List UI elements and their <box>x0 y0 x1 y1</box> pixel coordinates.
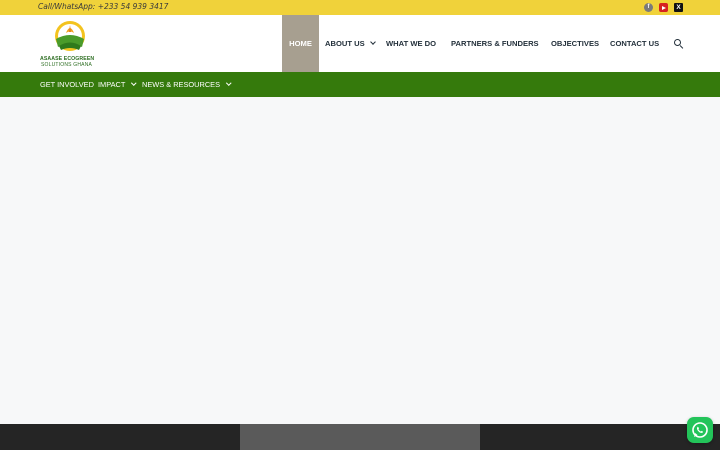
nav-partners-funders-label: PARTNERS & FUNDERS <box>451 39 539 48</box>
site-logo[interactable]: ASAASE ECOGREEN SOLUTIONS GHANA <box>38 19 102 69</box>
nav-contact-us-label: CONTACT US <box>610 39 660 48</box>
chevron-down-icon <box>369 39 376 45</box>
whatsapp-button[interactable] <box>687 417 713 443</box>
chevron-down-icon <box>131 80 137 86</box>
logo-line-2: SOLUTIONS GHANA <box>41 62 93 68</box>
nav-about-us-label: ABOUT US <box>325 39 365 48</box>
footer-block-right <box>480 424 720 450</box>
nav-about-us[interactable]: ABOUT US <box>325 15 376 72</box>
site-header: ASAASE ECOGREEN SOLUTIONS GHANA HOME ABO… <box>0 15 720 72</box>
nav-what-we-do-label: WHAT WE DO <box>386 39 437 48</box>
facebook-icon[interactable]: f <box>644 3 653 12</box>
secondary-nav: GET INVOLVED IMPACT NEWS & RESOURCES <box>0 72 720 97</box>
nav-impact[interactable]: IMPACT <box>98 72 137 97</box>
nav-get-involved-label: GET INVOLVED <box>40 80 94 89</box>
nav-news-resources[interactable]: NEWS & RESOURCES <box>142 72 232 97</box>
chevron-down-icon <box>226 80 232 86</box>
nav-home[interactable]: HOME <box>282 15 319 72</box>
footer-block-left <box>0 424 240 450</box>
nav-objectives-label: OBJECTIVES <box>551 39 600 48</box>
nav-get-involved[interactable]: GET INVOLVED <box>40 72 94 97</box>
logo-emblem-icon <box>55 21 85 51</box>
nav-home-label: HOME <box>289 39 312 48</box>
top-contact-bar: Call/WhatsApp: +233 54 939 3417 f X <box>0 0 720 15</box>
nav-impact-label: IMPACT <box>98 80 126 89</box>
whatsapp-icon <box>692 422 708 438</box>
search-icon[interactable] <box>674 39 683 49</box>
hero-section <box>0 97 720 424</box>
nav-partners-funders[interactable]: PARTNERS & FUNDERS <box>451 15 539 72</box>
nav-objectives[interactable]: OBJECTIVES <box>551 15 599 72</box>
nav-contact-us[interactable]: CONTACT US <box>610 15 659 72</box>
contact-phone[interactable]: Call/WhatsApp: +233 54 939 3417 <box>38 2 168 11</box>
nav-what-we-do[interactable]: WHAT WE DO <box>386 15 436 72</box>
x-twitter-icon[interactable]: X <box>674 3 683 12</box>
nav-news-resources-label: NEWS & RESOURCES <box>142 80 221 89</box>
youtube-icon[interactable] <box>659 3 668 12</box>
footer-block-center <box>240 424 480 450</box>
